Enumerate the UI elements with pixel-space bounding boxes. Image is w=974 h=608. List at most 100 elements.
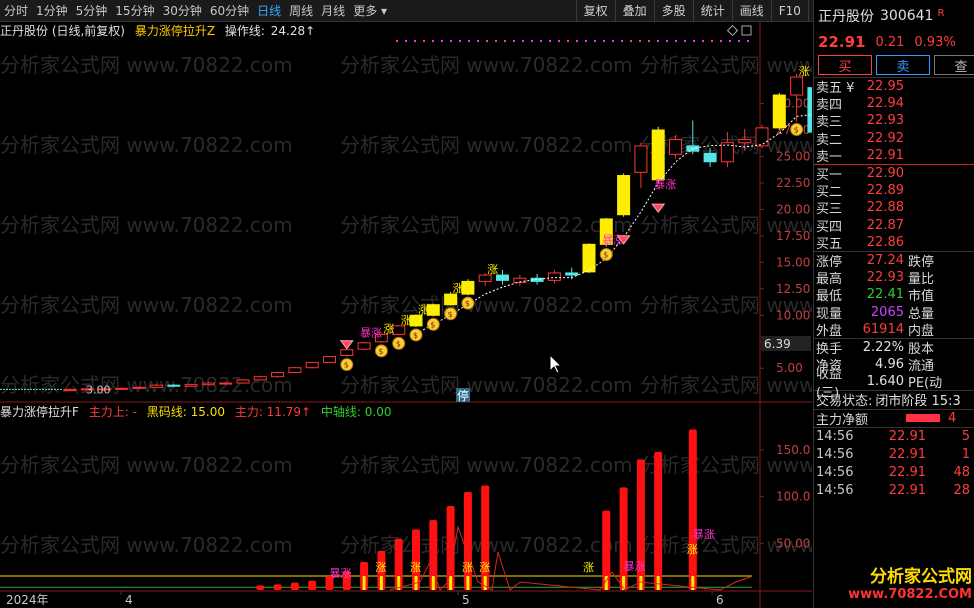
indicator-bar [619, 487, 628, 590]
buy-button[interactable]: 买 [818, 55, 872, 75]
ind-zhang-badge: 涨 [583, 561, 594, 574]
period-tab[interactable]: 5分钟 [72, 0, 112, 22]
target-dot [657, 40, 659, 42]
watermark-text: 分析家公式网 www.70822.com [0, 453, 293, 477]
candle-body [150, 384, 163, 388]
candle-body [323, 356, 336, 363]
query-button[interactable]: 查 [934, 55, 974, 75]
quote-label: 卖二 [816, 132, 843, 148]
tick-price: 22.91 [888, 483, 926, 499]
mouse-cursor-icon [549, 353, 563, 374]
watermark-text: 分析家公式网 www.70822.com [340, 133, 633, 157]
tick-time: 14:56 [816, 483, 854, 499]
ind-zhang-badge: 涨 [462, 561, 473, 574]
candle-body [755, 127, 769, 147]
site-logo: 分析家公式网 www.70822.COM [772, 562, 972, 602]
indicator-bar-core [639, 576, 643, 590]
black-line: 黑码线: 15.00 [146, 405, 225, 419]
indicator-bar [308, 580, 317, 590]
price-axis-label: 25.00 [776, 149, 810, 163]
target-dot [522, 40, 524, 42]
candle-body [167, 384, 181, 387]
quote-row: 卖三 22.93 [814, 112, 974, 130]
ind-zhang-badge: 涨 [375, 561, 386, 574]
price-axis-label: 5.00 [776, 361, 803, 375]
baozhang-badge: 暴涨 [360, 326, 382, 339]
watermark-text: 分析家公式网 www.70822.com [340, 213, 633, 237]
quote-label: 卖一 [816, 149, 843, 165]
target-dot [585, 40, 587, 42]
period-tab[interactable]: 日线 [253, 0, 285, 22]
money-bag-symbol: $ [344, 361, 349, 370]
price-change: 0.21 [875, 34, 905, 50]
quote-label: 外盘 [816, 323, 843, 339]
ting-badge: 停 [457, 388, 469, 403]
quote-value: 22.88 [866, 200, 904, 216]
kline-chart[interactable]: 分析家公式网 www.70822.com 分析家公式网 www.70822.com… [0, 22, 812, 608]
period-tab[interactable]: 15分钟 [111, 0, 158, 22]
candle-body [790, 76, 804, 96]
watermark-text: 分析家公式网 www.70822.com [340, 293, 633, 317]
bid-book: 买一 22.90 买二 22.89 买三 22.88 买四 22.87 买五 22.86 [814, 165, 974, 252]
watermark-text: 分析家公式网 www.70822.com [340, 453, 633, 477]
date-axis-label: 6 [716, 593, 724, 607]
tick-time: 14:56 [816, 447, 854, 463]
target-dot [423, 40, 425, 42]
period-tab[interactable]: 分时 [0, 0, 32, 22]
candle-body [288, 367, 302, 373]
quote-label: 买一 [816, 168, 843, 184]
quote-row: 现量 2065 总量 [814, 303, 974, 322]
candle-body [669, 139, 682, 155]
toolbar-button[interactable]: 多股 [653, 0, 693, 22]
price-axis-label: 12.50 [776, 282, 810, 296]
quote-row: 卖二 22.92 [814, 130, 974, 148]
zhang-badge: 涨 [383, 322, 394, 335]
main-up: 主力上: - [88, 405, 137, 419]
toolbar-button[interactable]: F10 [770, 0, 808, 22]
period-tab[interactable]: 更多 ▾ [349, 0, 391, 22]
period-tab[interactable]: 周线 [285, 0, 317, 22]
last-price: 22.91 [818, 33, 866, 51]
zhang-badge: 涨 [453, 282, 464, 295]
tick-price: 22.91 [888, 465, 926, 481]
ind-baozhang-badge: 暴涨 [330, 567, 352, 580]
low-price-label: 3.00 [86, 383, 111, 396]
tick-row: 14:56 22.91 1 [814, 446, 974, 464]
watermark-text: 分析家公式网 www.70822.com [640, 373, 812, 397]
quote-label-2: 跌停 [908, 254, 935, 270]
net-flow-bar [906, 414, 940, 423]
main-force: 主力: 11.79↑ [234, 405, 312, 419]
ind-axis-label: 150.0 [776, 443, 810, 457]
period-tab[interactable]: 30分钟 [159, 0, 206, 22]
quote-value: 4.96 [875, 357, 904, 373]
quote-value: 2065 [870, 304, 904, 320]
period-tab[interactable]: 1分钟 [32, 0, 72, 22]
watermark-text: 分析家公式网 www.70822.com [0, 533, 293, 557]
toolbar-button[interactable]: 画线 [731, 0, 771, 22]
target-dot [621, 40, 623, 42]
candle-body [444, 293, 458, 306]
ind-zhang-badge: 涨 [410, 561, 421, 574]
chart-area[interactable]: 分析家公式网 www.70822.com 分析家公式网 www.70822.com… [0, 22, 812, 608]
toolbar-button[interactable]: 叠加 [614, 0, 654, 22]
indicator-bar [273, 584, 282, 590]
candle-body [461, 280, 475, 295]
ind-zhang-badge: 涨 [479, 561, 490, 574]
quote-row: 买五 22.86 [814, 234, 974, 252]
target-dot [486, 40, 488, 42]
toolbar-button[interactable]: 统计 [692, 0, 732, 22]
tick-volume: 1 [961, 447, 970, 463]
mid-axis: 中轴线: 0.00 [320, 405, 392, 419]
quote-row: 换手 2.22% 股本 [814, 339, 974, 357]
period-tab[interactable]: 月线 [317, 0, 349, 22]
target-dot [405, 40, 407, 42]
sell-button[interactable]: 卖 [876, 55, 930, 75]
quote-row: 买三 22.88 [814, 199, 974, 217]
quote-row: 买四 22.87 [814, 217, 974, 235]
trade-status: 闭市阶段 15:3 [875, 394, 961, 410]
period-tab[interactable]: 60分钟 [206, 0, 253, 22]
diamond-icon [651, 203, 666, 213]
logo-url: www.70822.COM [848, 587, 972, 602]
date-axis-label: 2024年 [6, 593, 49, 607]
toolbar-button[interactable]: 复权 [575, 0, 615, 22]
